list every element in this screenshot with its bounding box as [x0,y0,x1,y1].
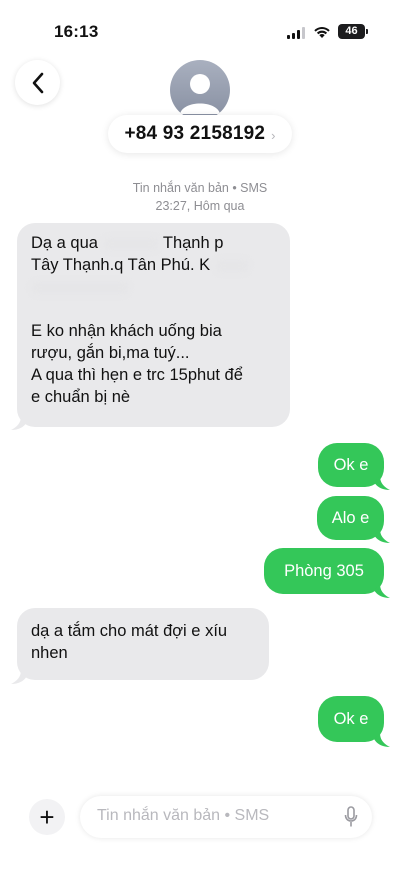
redacted-text [31,280,129,295]
chevron-left-icon [32,72,43,93]
message-text: dạ a tắm cho mát đợi e xíu [31,622,228,640]
contact-avatar[interactable] [170,60,230,120]
message-text: Thạnh p [162,234,224,252]
message-line [31,276,276,298]
message-channel: Tin nhắn văn bản • SMS [132,181,268,195]
message-text: Tây Thạnh.q Tân Phú. K [31,256,211,274]
message-text: nhen [31,644,68,662]
bubble-tail [11,416,27,430]
back-button[interactable] [15,60,60,105]
incoming-message[interactable]: dạ a tắm cho mát đợi e xíu nhen [17,608,269,680]
message-line: Tây Thạnh.q Tân Phú. K [31,254,276,276]
message-text: Alo e [331,509,370,527]
redacted-text [214,258,249,273]
message-text: E ko nhận khách uống bia [31,322,222,340]
message-text: e chuẩn bị nè [31,388,131,406]
person-icon [180,74,220,114]
add-attachment-button[interactable]: + [29,799,65,835]
cellular-signal-icon [287,27,307,39]
redacted-text [102,236,159,251]
bubble-tail [374,584,390,598]
status-bar: 16:13 46 [0,0,400,58]
bubble-tail [374,529,390,543]
message-text: Ok e [333,710,369,728]
message-timestamp: 23:27, Hôm qua [155,199,245,213]
bubble-tail [374,733,390,747]
message-text: Ok e [333,456,369,474]
battery-icon: 46 [338,24,365,39]
battery-cap [366,29,368,34]
message-input-placeholder: Tin nhắn văn bản • SMS [97,807,270,824]
outgoing-message[interactable]: Phòng 305 [264,548,384,594]
bubble-tail [11,670,27,684]
chevron-right-icon: › [271,127,276,143]
wifi-icon [313,25,331,39]
microphone-icon[interactable] [344,806,358,828]
status-time: 16:13 [54,22,99,41]
message-text: Phòng 305 [284,562,364,580]
message-line: Dạ a qua Thạnh p [31,232,276,254]
contact-header[interactable]: +84 93 2158192 › [108,115,292,153]
message-text: rượu, gắn bi,ma tuý... [31,344,190,362]
contact-phone: +84 93 2158192 [124,123,266,144]
message-text: A qua thì hẹn e trc 15phut để [31,366,243,384]
bubble-tail [374,476,390,490]
message-text: Dạ a qua [31,234,98,252]
thread-meta: Tin nhắn văn bản • SMS 23:27, Hôm qua [0,179,400,215]
plus-icon: + [39,802,55,832]
message-input[interactable]: Tin nhắn văn bản • SMS [80,796,372,838]
incoming-message[interactable]: Dạ a qua Thạnh p Tây Thạnh.q Tân Phú. K … [17,223,290,427]
